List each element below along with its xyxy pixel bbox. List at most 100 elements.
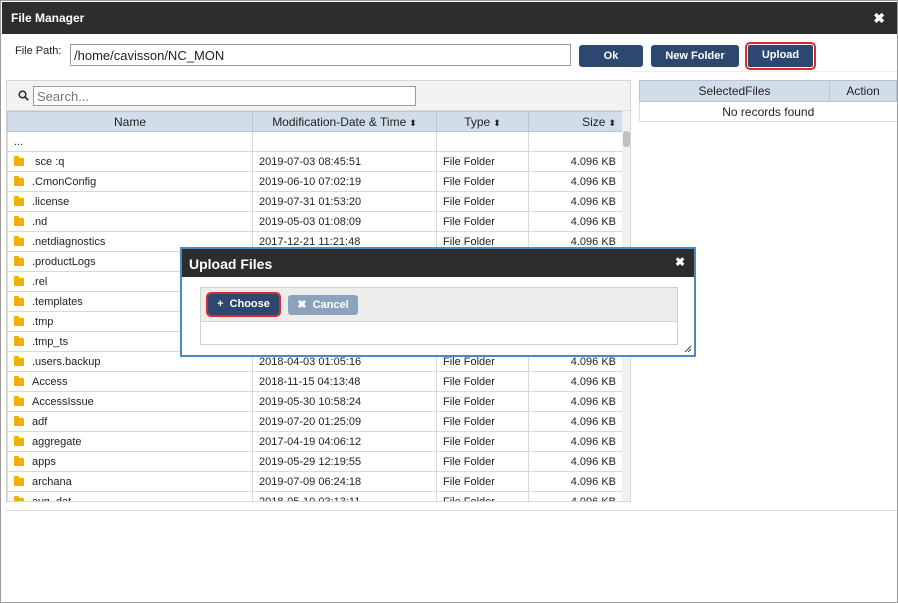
file-path-input[interactable] xyxy=(70,44,571,66)
file-name-cell: .license xyxy=(7,191,253,212)
file-date-cell: 2017-04-19 04:06:12 xyxy=(252,431,437,452)
file-size-cell: 4.096 KB xyxy=(528,151,623,172)
file-name: .templates xyxy=(32,295,83,308)
file-table-header: Name Modification-Date & Time ⬍ Type ⬍ Siz… xyxy=(7,111,623,132)
folder-icon xyxy=(14,315,24,326)
file-name-cell: archana xyxy=(7,471,253,492)
file-type-cell: File Folder xyxy=(436,211,529,232)
file-type-cell: File Folder xyxy=(436,431,529,452)
path-row: File Path: Ok New Folder Upload xyxy=(1,34,897,74)
file-name: archana xyxy=(32,475,72,488)
file-name: .tmp xyxy=(32,315,54,328)
file-row[interactable]: avg_dat 2018-05-10 03:13:11 File Folder 4.0… xyxy=(7,491,623,502)
file-name: sce :q xyxy=(32,155,65,168)
column-header-name[interactable]: Name xyxy=(7,111,253,132)
folder-icon xyxy=(14,195,24,206)
file-name-cell: .nd xyxy=(7,211,253,232)
folder-icon xyxy=(14,395,24,406)
empty-message: No records found xyxy=(639,101,897,122)
folder-icon xyxy=(14,235,24,246)
ok-button[interactable]: Ok xyxy=(579,45,643,67)
file-type-cell: File Folder xyxy=(436,491,529,501)
upload-files-dialog: Upload Files ✖ + Choose ✖ Cancel xyxy=(180,247,696,357)
file-size-cell: 4.096 KB xyxy=(528,491,623,501)
file-name: avg_dat xyxy=(32,495,72,502)
file-size-cell: 4.096 KB xyxy=(528,391,623,412)
column-header-action[interactable]: Action xyxy=(829,80,897,102)
file-size-cell: 4.096 KB xyxy=(528,451,623,472)
file-row[interactable]: AccessIssue 2019-05-30 10:58:24 File Folde… xyxy=(7,391,623,412)
file-row[interactable]: archana 2019-07-09 06:24:18 File Folder 4.0… xyxy=(7,471,623,492)
new-folder-button[interactable]: New Folder xyxy=(651,45,739,67)
file-row[interactable]: apps 2019-05-29 12:19:55 File Folder 4.096 … xyxy=(7,451,623,472)
folder-icon xyxy=(14,455,24,466)
file-row[interactable]: adf 2019-07-20 01:25:09 File Folder 4.096 K… xyxy=(7,411,623,432)
folder-icon xyxy=(14,275,24,286)
file-row[interactable]: .CmonConfig 2019-06-10 07:02:19 File Folde… xyxy=(7,171,623,192)
search-bar xyxy=(7,81,630,111)
file-path-label: File Path: xyxy=(15,45,62,57)
file-name-cell: apps xyxy=(7,451,253,472)
window-title: File Manager xyxy=(11,11,85,25)
file-row[interactable]: sce :q 2019-07-03 08:45:51 File Folder 4.09… xyxy=(7,151,623,172)
upload-toolbar: + Choose ✖ Cancel xyxy=(201,288,677,322)
upload-button[interactable]: Upload xyxy=(745,42,816,70)
plus-icon: + xyxy=(217,298,224,310)
parent-directory-row[interactable]: ... xyxy=(7,131,623,152)
window-titlebar: File Manager ✖ xyxy=(2,2,897,34)
file-name: Access xyxy=(32,375,68,388)
column-header-selected-files[interactable]: SelectedFiles xyxy=(639,80,830,102)
file-name-cell: .CmonConfig xyxy=(7,171,253,192)
file-name: .tmp_ts xyxy=(32,335,69,348)
cancel-button[interactable]: ✖ Cancel xyxy=(288,295,358,315)
column-header-modified[interactable]: Modification-Date & Time ⬍ xyxy=(252,111,437,132)
file-type-cell: File Folder xyxy=(436,191,529,212)
file-row[interactable]: Access 2018-11-15 04:13:48 File Folder 4.09… xyxy=(7,371,623,392)
column-header-size[interactable]: Size ⬍ xyxy=(528,111,623,132)
file-row[interactable]: .nd 2019-05-03 01:08:09 File Folder 4.096 K… xyxy=(7,211,623,232)
sort-icon: ⬍ xyxy=(409,117,417,128)
file-size-cell: 4.096 KB xyxy=(528,411,623,432)
choose-button[interactable]: + Choose xyxy=(206,292,281,317)
file-name: .license xyxy=(32,195,70,208)
dialog-close-icon[interactable]: ✖ xyxy=(675,255,685,269)
column-header-type[interactable]: Type ⬍ xyxy=(436,111,529,132)
file-row[interactable]: aggregate 2017-04-19 04:06:12 File Folder 4… xyxy=(7,431,623,452)
file-size-cell: 4.096 KB xyxy=(528,471,623,492)
file-name: aggregate xyxy=(32,435,82,448)
upload-dropzone[interactable]: + Choose ✖ Cancel xyxy=(200,287,678,345)
file-date-cell: 2018-05-10 03:13:11 xyxy=(252,491,437,501)
file-date-cell: 2019-07-31 01:53:20 xyxy=(252,191,437,212)
file-name: apps xyxy=(32,455,56,468)
folder-icon xyxy=(14,335,24,346)
file-name: .nd xyxy=(32,215,48,228)
file-name: .productLogs xyxy=(32,255,96,268)
folder-icon xyxy=(14,415,24,426)
search-icon xyxy=(18,90,29,101)
file-name: AccessIssue xyxy=(32,395,94,408)
folder-icon xyxy=(14,355,24,366)
close-icon[interactable]: ✖ xyxy=(873,10,885,27)
file-row[interactable]: .license 2019-07-31 01:53:20 File Folder 4.… xyxy=(7,191,623,212)
file-name-cell: adf xyxy=(7,411,253,432)
search-input[interactable] xyxy=(33,86,416,106)
file-name-cell: Access xyxy=(7,371,253,392)
scrollbar-thumb[interactable] xyxy=(623,131,630,147)
file-date-cell: 2019-07-20 01:25:09 xyxy=(252,411,437,432)
resize-grip-icon[interactable] xyxy=(684,345,691,352)
file-date-cell: 2019-05-03 01:08:09 xyxy=(252,211,437,232)
file-date-cell: 2019-07-03 08:45:51 xyxy=(252,151,437,172)
file-type-cell: File Folder xyxy=(436,171,529,192)
dialog-title: Upload Files xyxy=(189,256,273,272)
file-date-cell: 2019-06-10 07:02:19 xyxy=(252,171,437,192)
folder-icon xyxy=(14,495,24,501)
file-name-cell: avg_dat xyxy=(7,491,253,502)
divider xyxy=(631,71,897,72)
selected-files-table: SelectedFiles Action No records found xyxy=(639,80,897,122)
file-type-cell: File Folder xyxy=(436,451,529,472)
file-type-cell: File Folder xyxy=(436,471,529,492)
file-name-cell: AccessIssue xyxy=(7,391,253,412)
sort-icon: ⬍ xyxy=(493,117,501,128)
file-size-cell: 4.096 KB xyxy=(528,171,623,192)
folder-icon xyxy=(14,215,24,226)
